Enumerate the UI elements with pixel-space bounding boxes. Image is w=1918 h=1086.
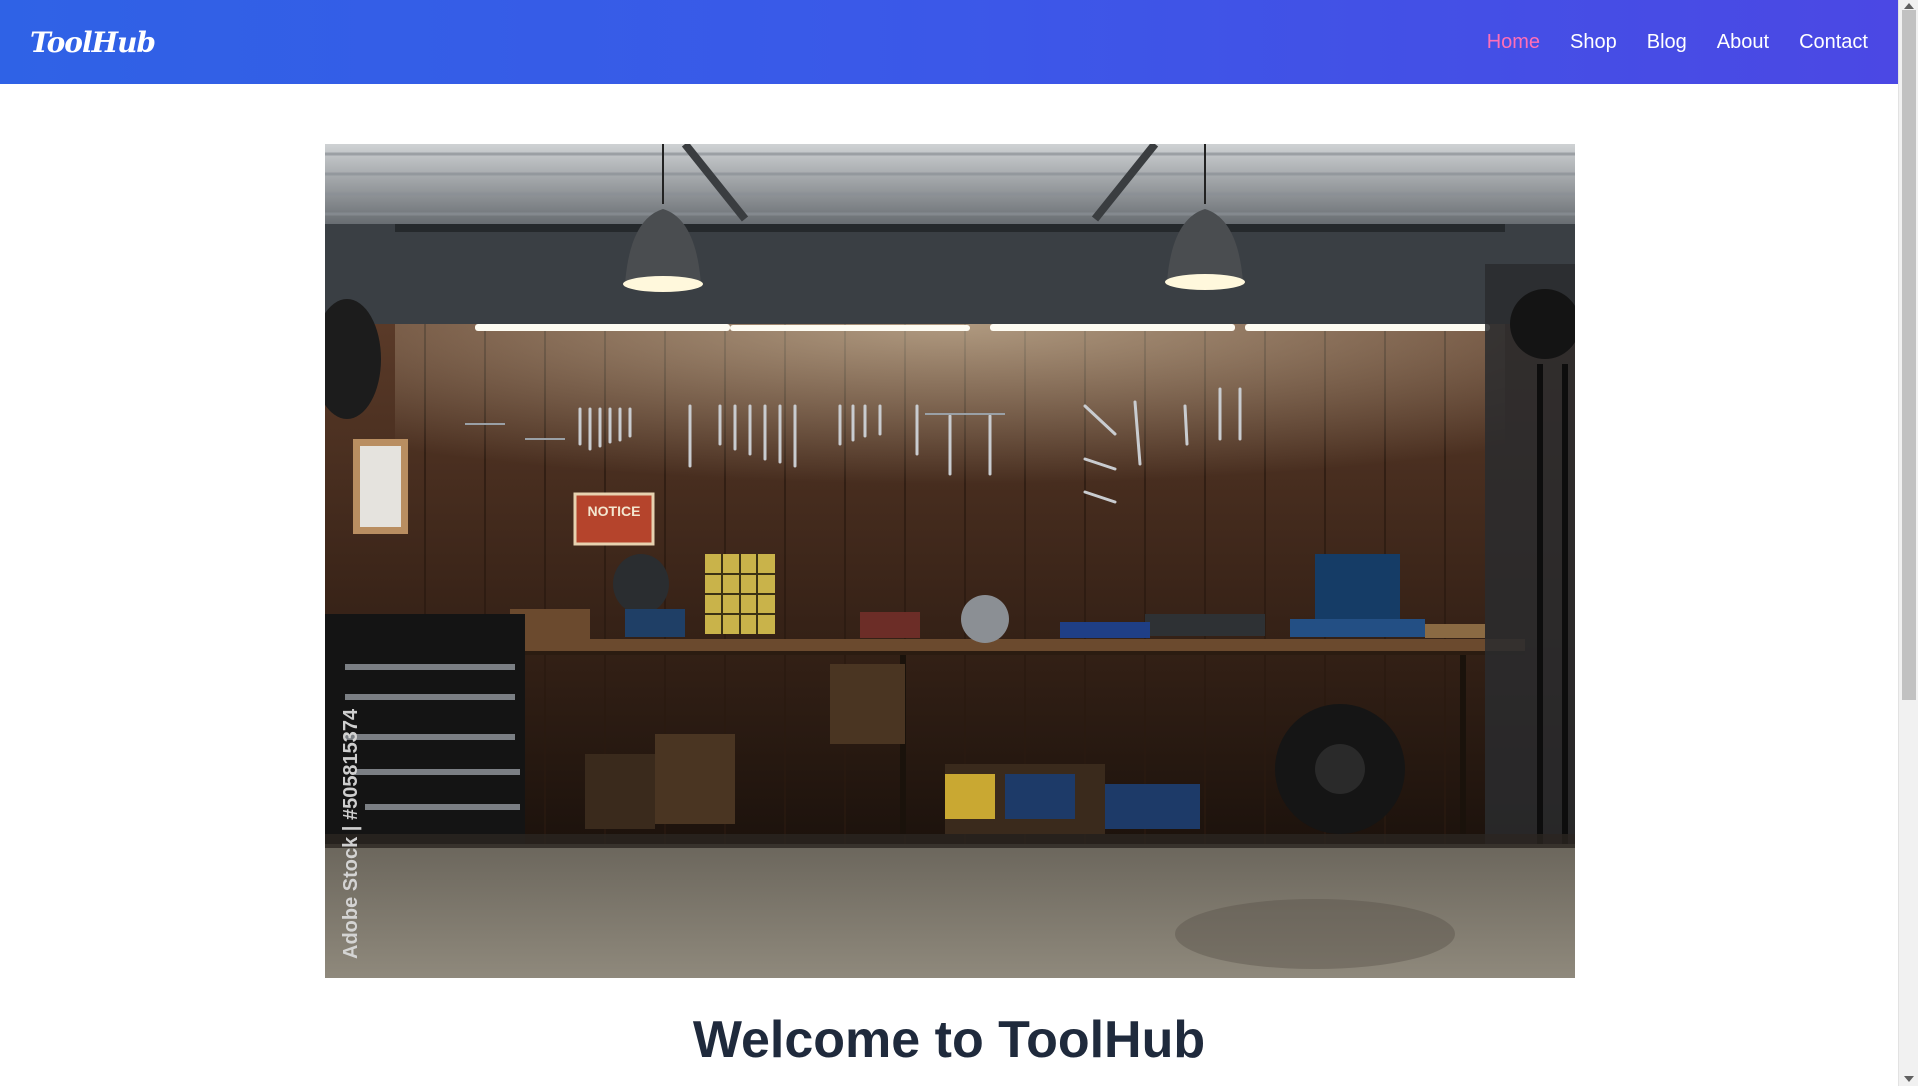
- scroll-up-arrow-icon[interactable]: [1904, 3, 1914, 9]
- page-title: Welcome to ToolHub: [692, 1011, 1206, 1069]
- main-nav: Home Shop Blog About Contact: [1487, 31, 1868, 54]
- top-navbar: ToolHub Home Shop Blog About Contact: [0, 0, 1898, 84]
- hero-image-workshop: NOTICE Adobe Stock | #505815374: [325, 144, 1575, 978]
- notice-sign-text: NOTICE: [588, 503, 641, 519]
- hero-watermark: Adobe Stock | #505815374: [340, 708, 362, 959]
- nav-link-blog[interactable]: Blog: [1647, 31, 1687, 54]
- toolhub-logo[interactable]: ToolHub: [30, 26, 156, 59]
- nav-link-home[interactable]: Home: [1487, 31, 1540, 54]
- scrollbar-thumb[interactable]: [1902, 10, 1916, 700]
- nav-link-shop[interactable]: Shop: [1570, 31, 1617, 54]
- page-scrollbar[interactable]: [1898, 0, 1918, 1086]
- nav-link-about[interactable]: About: [1717, 31, 1769, 54]
- scroll-down-arrow-icon[interactable]: [1904, 1076, 1914, 1082]
- nav-link-contact[interactable]: Contact: [1799, 31, 1868, 54]
